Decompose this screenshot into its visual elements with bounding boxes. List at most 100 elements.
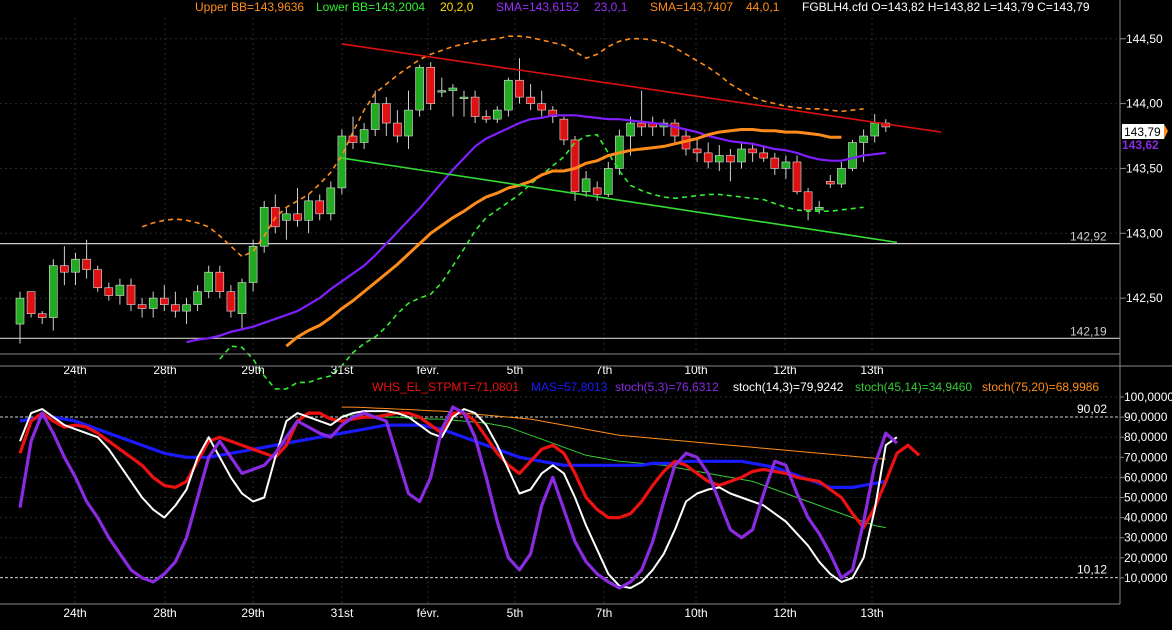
header-stoch5: stoch(5,3)=76,6312 [615, 380, 719, 394]
candle-body-9 [115, 284, 125, 296]
candle-body-44 [504, 79, 513, 111]
header-sma23: SMA=143,6152 [496, 0, 579, 14]
price-tick-0: 144,50 [1126, 32, 1163, 46]
candle-body-47 [537, 103, 547, 111]
candle-body-14 [171, 304, 180, 312]
candle-body-36 [415, 66, 424, 111]
date-label-lower-2: 29th [241, 606, 264, 620]
date-label-lower-0: 24th [63, 606, 86, 620]
osc-tick-5: 50,0000 [1124, 491, 1168, 505]
candle-body-63 [714, 155, 724, 163]
candle-body-24 [282, 213, 291, 221]
osc-tick-9: 10,0000 [1124, 571, 1168, 585]
sma23-price-label: 143,62 [1122, 138, 1159, 152]
candle-body-11 [137, 304, 147, 309]
osc-level-label-1: 10,12 [1077, 563, 1107, 577]
candle-body-19 [226, 291, 236, 312]
osc-tick-1: 90,0000 [1124, 410, 1168, 424]
date-label-lower-7: 10th [684, 606, 707, 620]
osc-tick-4: 60,0000 [1124, 470, 1168, 484]
candle-body-66 [748, 148, 757, 154]
candle-body-29 [337, 135, 347, 189]
candle-body-20 [237, 282, 247, 314]
candle-body-3 [48, 265, 58, 318]
candle-body-39 [448, 87, 458, 91]
date-label-lower-8: 12th [773, 606, 796, 620]
candle-body-72 [814, 207, 824, 211]
candle-body-51 [581, 178, 591, 193]
candle-body-59 [670, 122, 680, 137]
candle-body-40 [459, 96, 469, 99]
osc-tick-2: 80,0000 [1124, 430, 1168, 444]
candle-body-46 [526, 96, 535, 104]
candle-body-74 [837, 168, 846, 185]
candle-body-5 [71, 258, 80, 273]
header-whs: WHS_EL_STPMT=71,0801 [372, 380, 519, 394]
candle-body-55 [626, 122, 635, 137]
candle-body-4 [60, 265, 69, 273]
header-sma44-params: 44,0,1 [746, 0, 780, 14]
date-label-upper-3: 31st [331, 363, 354, 377]
header-bb-params: 20,2,0 [440, 0, 474, 14]
candle-body-17 [204, 271, 213, 292]
candle-body-38 [437, 90, 447, 93]
candle-body-52 [592, 187, 602, 195]
date-label-lower-6: 7th [596, 606, 613, 620]
candle-body-62 [703, 152, 713, 163]
candle-body-61 [692, 148, 702, 154]
date-label-lower-1: 28th [153, 606, 176, 620]
candle-body-26 [304, 200, 313, 221]
candle-body-25 [293, 213, 302, 221]
candle-body-12 [148, 297, 158, 309]
header-upper-bb: Upper BB=143,9636 [195, 0, 304, 14]
candle-body-13 [160, 297, 169, 305]
candle-body-65 [737, 148, 746, 163]
price-tick-3: 143,00 [1126, 226, 1163, 240]
candle-body-75 [848, 142, 857, 169]
candle-body-68 [770, 157, 780, 169]
candle-body-67 [759, 152, 769, 159]
osc-tick-0: 100,0000 [1124, 390, 1172, 404]
candle-body-76 [859, 135, 868, 143]
osc-tick-6: 40,0000 [1124, 511, 1168, 525]
candle-body-27 [315, 200, 325, 215]
candle-body-30 [348, 135, 358, 143]
header-stoch75: stoch(75,20)=68,9986 [982, 380, 1099, 394]
osc-tick-7: 30,0000 [1124, 531, 1168, 545]
candle-body-15 [182, 304, 191, 312]
date-label-upper-6: 7th [596, 363, 613, 377]
candle-body-6 [82, 258, 91, 270]
price-tick-4: 142,50 [1126, 291, 1163, 305]
last-price-label: 143,79 [1124, 125, 1161, 139]
date-label-upper-1: 28th [153, 363, 176, 377]
osc-tick-8: 20,0000 [1124, 551, 1168, 565]
price-level-label-0: 142,92 [1070, 230, 1107, 244]
date-label-upper-8: 12th [773, 363, 796, 377]
candle-body-1 [26, 291, 36, 314]
header-ohlc: FGBLH4.cfd O=143,82 H=143,82 L=143,79 C=… [802, 0, 1090, 14]
candle-body-0 [15, 297, 25, 325]
candle-body-8 [104, 287, 114, 296]
candle-body-10 [126, 284, 136, 305]
candle-body-28 [326, 187, 336, 215]
date-label-upper-2: 29th [241, 363, 264, 377]
date-label-lower-3: 31st [331, 606, 354, 620]
candle-body-71 [803, 191, 813, 211]
trading-chart-window: 142,92 142,19 90,02 10,12 144,50 144,00 143,5… [0, 0, 1172, 625]
candle-body-73 [825, 181, 835, 185]
candle-body-77 [870, 122, 880, 137]
candle-body-31 [359, 129, 369, 143]
header-lower-bb: Lower BB=143,2004 [316, 0, 425, 14]
osc-tick-3: 70,0000 [1124, 450, 1168, 464]
candle-body-43 [492, 109, 502, 120]
date-label-upper-9: 13th [860, 363, 883, 377]
candle-body-16 [193, 291, 202, 305]
candle-body-56 [637, 122, 646, 128]
date-label-lower-9: 13th [860, 606, 883, 620]
date-label-lower-4: févr. [417, 606, 440, 620]
candle-body-18 [215, 271, 225, 292]
candle-body-32 [370, 103, 380, 130]
date-label-upper-5: 5th [507, 363, 524, 377]
candle-body-64 [726, 155, 735, 163]
candle-body-70 [792, 161, 802, 193]
